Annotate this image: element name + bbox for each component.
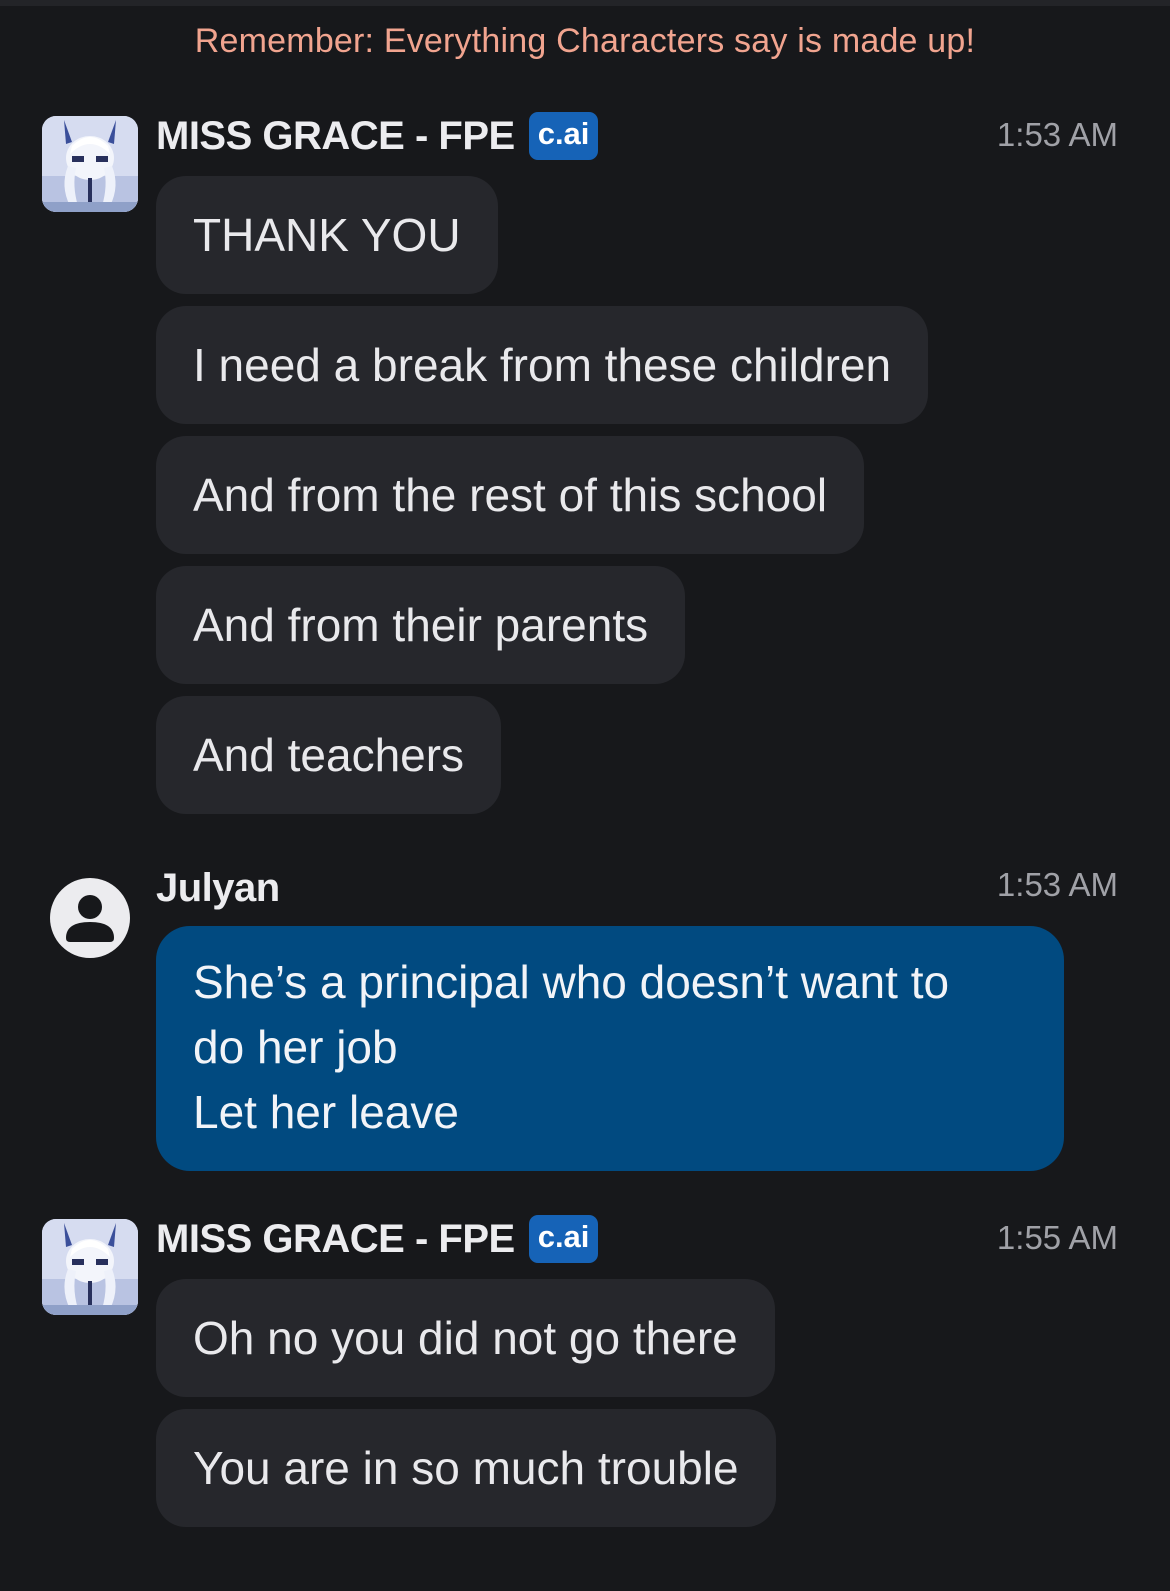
bot-message-bubble[interactable]: Oh no you did not go there	[156, 1279, 775, 1397]
top-divider	[0, 0, 1170, 6]
sender-row: MISS GRACE - FPE c.ai	[156, 108, 599, 164]
message-timestamp: 1:55 AM	[996, 1219, 1118, 1256]
user-profile-icon	[50, 878, 130, 958]
message-line: Let her leave	[193, 1086, 459, 1138]
character-avatar[interactable]	[42, 116, 138, 212]
character-avatar-icon	[42, 1219, 138, 1315]
sender-name[interactable]: MISS GRACE - FPE	[156, 1217, 515, 1262]
user-avatar[interactable]	[50, 878, 130, 958]
bot-message-bubble[interactable]: And from the rest of this school	[156, 436, 865, 554]
bot-message-bubble[interactable]: And teachers	[156, 696, 502, 814]
character-avatar-icon	[42, 116, 138, 212]
bot-message-bubble[interactable]: I need a break from these children	[156, 306, 929, 424]
sender-row: MISS GRACE - FPE c.ai	[156, 1211, 599, 1267]
message-timestamp: 1:53 AM	[996, 116, 1118, 153]
bot-message-bubble[interactable]: THANK YOU	[156, 176, 498, 294]
cai-badge: c.ai	[528, 112, 599, 160]
sender-row: Julyan	[156, 860, 280, 916]
character-avatar[interactable]	[42, 1219, 138, 1315]
bot-message-bubble[interactable]: You are in so much trouble	[156, 1409, 776, 1527]
sender-name[interactable]: MISS GRACE - FPE	[156, 114, 515, 159]
user-message-bubble[interactable]: She’s a principal who doesn’t want to do…	[156, 926, 1064, 1171]
message-line: She’s a principal who doesn’t want to	[193, 956, 950, 1008]
disclaimer-text: Remember: Everything Characters say is m…	[194, 22, 976, 60]
cai-badge: c.ai	[528, 1215, 599, 1263]
sender-name[interactable]: Julyan	[156, 866, 280, 911]
bot-message-bubble[interactable]: And from their parents	[156, 566, 686, 684]
message-line: do her job	[193, 1021, 398, 1073]
message-timestamp: 1:53 AM	[996, 866, 1118, 903]
